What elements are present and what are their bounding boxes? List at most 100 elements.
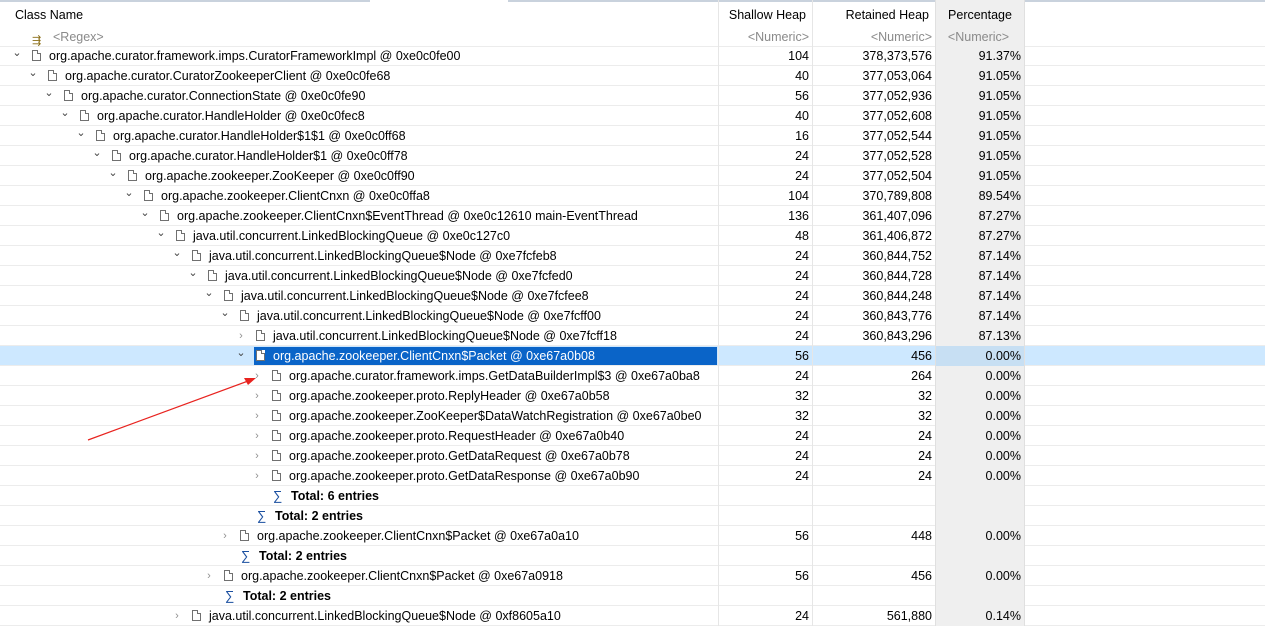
class-name-cell[interactable]: ⌄ org.apache.curator.HandleHolder$1$1 @ 0… (0, 126, 718, 146)
chevron-right-icon[interactable]: › (203, 566, 215, 586)
tree-row[interactable]: ⌄ org.apache.zookeeper.ClientCnxn @ 0xe0c… (0, 186, 1265, 206)
tree-row[interactable]: › org.apache.zookeeper.ClientCnxn$Packet … (0, 566, 1265, 586)
retained-heap-filter-input[interactable]: <Numeric> (812, 27, 935, 47)
chevron-down-icon[interactable]: ⌄ (43, 86, 55, 103)
class-name-cell[interactable]: ⌄ java.util.concurrent.LinkedBlockingQueu… (0, 226, 718, 246)
class-name-cell[interactable]: › org.apache.zookeeper.ZooKeeper$DataWatc… (0, 406, 718, 426)
class-name-cell[interactable]: ⌄ org.apache.curator.framework.imps.Curat… (0, 46, 718, 66)
chevron-right-icon[interactable]: › (219, 526, 231, 546)
class-name-cell[interactable]: ∑ Total: 2 entries (0, 586, 718, 606)
total-row[interactable]: ∑ Total: 6 entries (0, 486, 1265, 506)
tree-row[interactable]: ⌄ org.apache.curator.CuratorZookeeperClie… (0, 66, 1265, 86)
class-name-cell[interactable]: ⌄ org.apache.zookeeper.ZooKeeper @ 0xe0c0… (0, 166, 718, 186)
shallow-heap-cell: 24 (718, 266, 812, 286)
class-name-cell[interactable]: ⌄ java.util.concurrent.LinkedBlockingQueu… (0, 266, 718, 286)
class-name-cell[interactable]: ∑ Total: 6 entries (0, 486, 718, 506)
chevron-down-icon[interactable]: ⌄ (11, 46, 23, 63)
class-name-filter-cell[interactable]: ⇶ <Regex> (0, 27, 718, 47)
tree-row[interactable]: ⌄ org.apache.curator.HandleHolder$1$1 @ 0… (0, 126, 1265, 146)
tree-row[interactable]: › org.apache.zookeeper.proto.RequestHeade… (0, 426, 1265, 446)
tree-row[interactable]: ⌄ java.util.concurrent.LinkedBlockingQueu… (0, 306, 1265, 326)
class-name-cell[interactable]: › java.util.concurrent.LinkedBlockingQueu… (0, 606, 718, 626)
class-name-cell[interactable]: › org.apache.zookeeper.proto.RequestHeade… (0, 426, 718, 446)
tree-row[interactable]: ⌄ org.apache.curator.framework.imps.Curat… (0, 46, 1265, 66)
tree-row[interactable]: ⌄ org.apache.zookeeper.ClientCnxn$EventTh… (0, 206, 1265, 226)
class-name-cell[interactable]: ⌄ java.util.concurrent.LinkedBlockingQueu… (0, 246, 718, 266)
class-name-cell[interactable]: ⌄ org.apache.curator.HandleHolder$1 @ 0xe… (0, 146, 718, 166)
class-name-cell[interactable]: ⌄ org.apache.curator.HandleHolder @ 0xe0c… (0, 106, 718, 126)
tree-row[interactable]: › org.apache.zookeeper.ZooKeeper$DataWatc… (0, 406, 1265, 426)
tree-row[interactable]: ⌄ org.apache.curator.ConnectionState @ 0x… (0, 86, 1265, 106)
tree-row[interactable]: ⌄ org.apache.curator.HandleHolder @ 0xe0c… (0, 106, 1265, 126)
class-name-cell[interactable]: › org.apache.zookeeper.ClientCnxn$Packet … (0, 526, 718, 546)
total-row[interactable]: ∑ Total: 2 entries (0, 546, 1265, 566)
percentage-cell: 87.13% (935, 326, 1025, 346)
chevron-right-icon[interactable]: › (171, 606, 183, 626)
class-name-cell[interactable]: › java.util.concurrent.LinkedBlockingQueu… (0, 326, 718, 346)
chevron-down-icon[interactable]: ⌄ (59, 106, 71, 123)
class-name-cell[interactable]: ⌄ org.apache.zookeeper.ClientCnxn @ 0xe0c… (0, 186, 718, 206)
chevron-down-icon[interactable]: ⌄ (219, 306, 231, 323)
column-header-class-name[interactable]: Class Name (0, 0, 718, 28)
class-name-cell[interactable]: › org.apache.zookeeper.proto.ReplyHeader … (0, 386, 718, 406)
tree-row[interactable]: › org.apache.zookeeper.ClientCnxn$Packet … (0, 526, 1265, 546)
percentage-filter-input[interactable]: <Numeric> (935, 27, 1025, 47)
chevron-right-icon[interactable]: › (251, 406, 263, 426)
chevron-down-icon[interactable]: ⌄ (91, 146, 103, 163)
tree-row[interactable]: › org.apache.zookeeper.proto.GetDataRespo… (0, 466, 1265, 486)
retained-heap-cell: 360,844,248 (812, 286, 935, 306)
column-header-retained-heap[interactable]: Retained Heap (812, 0, 935, 28)
tree-row[interactable]: › org.apache.zookeeper.proto.ReplyHeader … (0, 386, 1265, 406)
chevron-down-icon[interactable]: ⌄ (171, 246, 183, 263)
shallow-heap-filter-input[interactable]: <Numeric> (718, 27, 812, 47)
chevron-right-icon[interactable]: › (251, 446, 263, 466)
chevron-right-icon[interactable]: › (251, 386, 263, 406)
object-file-icon (160, 210, 169, 221)
class-name-cell[interactable]: ⌄ java.util.concurrent.LinkedBlockingQueu… (0, 306, 718, 326)
class-name-filter-input[interactable]: <Regex> (53, 27, 104, 47)
chevron-down-icon[interactable]: ⌄ (187, 266, 199, 283)
chevron-down-icon[interactable]: ⌄ (75, 126, 87, 143)
tree-row[interactable]: ⌄ java.util.concurrent.LinkedBlockingQueu… (0, 246, 1265, 266)
object-file-icon (224, 570, 233, 581)
tree-row[interactable]: › java.util.concurrent.LinkedBlockingQueu… (0, 606, 1265, 626)
chevron-down-icon[interactable]: ⌄ (123, 186, 135, 203)
chevron-right-icon[interactable]: › (251, 366, 263, 386)
chevron-right-icon[interactable]: › (251, 426, 263, 446)
chevron-down-icon[interactable]: ⌄ (27, 66, 39, 83)
tree-row[interactable]: › org.apache.curator.framework.imps.GetDa… (0, 366, 1265, 386)
chevron-right-icon[interactable]: › (251, 466, 263, 486)
total-row[interactable]: ∑ Total: 2 entries (0, 586, 1265, 606)
chevron-down-icon[interactable]: ⌄ (107, 166, 119, 183)
tree-row[interactable]: ⌄ org.apache.curator.HandleHolder$1 @ 0xe… (0, 146, 1265, 166)
class-name-cell[interactable]: ∑ Total: 2 entries (0, 506, 718, 526)
class-name-cell[interactable]: › org.apache.zookeeper.proto.GetDataReque… (0, 446, 718, 466)
chevron-down-icon[interactable]: ⌄ (139, 206, 151, 223)
chevron-down-icon[interactable]: ⌄ (235, 346, 247, 363)
tree-row[interactable]: ⌄ java.util.concurrent.LinkedBlockingQueu… (0, 266, 1265, 286)
column-header-shallow-heap[interactable]: Shallow Heap (718, 0, 812, 28)
tree-row[interactable]: › org.apache.zookeeper.proto.GetDataReque… (0, 446, 1265, 466)
class-name-cell[interactable]: ⌄ org.apache.zookeeper.ClientCnxn$EventTh… (0, 206, 718, 226)
column-header-percentage[interactable]: Percentage (935, 0, 1025, 28)
retained-heap-cell: 24 (812, 426, 935, 446)
class-name-cell[interactable]: › org.apache.zookeeper.proto.GetDataRespo… (0, 466, 718, 486)
tree-row[interactable]: ⌄ org.apache.zookeeper.ZooKeeper @ 0xe0c0… (0, 166, 1265, 186)
class-name-cell[interactable]: › org.apache.zookeeper.ClientCnxn$Packet … (0, 566, 718, 586)
tree-row[interactable]: ⌄ org.apache.zookeeper.ClientCnxn$Packet … (0, 346, 1265, 366)
filter-row: ⇶ <Regex> <Numeric> <Numeric> <Numeric> (0, 27, 1265, 47)
total-row[interactable]: ∑ Total: 2 entries (0, 506, 1265, 526)
class-name-cell[interactable]: ∑ Total: 2 entries (0, 546, 718, 566)
class-name-cell[interactable]: › org.apache.curator.framework.imps.GetDa… (0, 366, 718, 386)
class-name-cell[interactable]: ⌄ org.apache.zookeeper.ClientCnxn$Packet … (0, 346, 718, 366)
tree-row[interactable]: › java.util.concurrent.LinkedBlockingQueu… (0, 326, 1265, 346)
class-name-cell[interactable]: ⌄ org.apache.curator.CuratorZookeeperClie… (0, 66, 718, 86)
class-name-cell[interactable]: ⌄ org.apache.curator.ConnectionState @ 0x… (0, 86, 718, 106)
chevron-right-icon[interactable]: › (235, 326, 247, 346)
retained-heap-cell: 361,406,872 (812, 226, 935, 246)
tree-row[interactable]: ⌄ java.util.concurrent.LinkedBlockingQueu… (0, 286, 1265, 306)
chevron-down-icon[interactable]: ⌄ (155, 226, 167, 243)
tree-row[interactable]: ⌄ java.util.concurrent.LinkedBlockingQueu… (0, 226, 1265, 246)
class-name-cell[interactable]: ⌄ java.util.concurrent.LinkedBlockingQueu… (0, 286, 718, 306)
chevron-down-icon[interactable]: ⌄ (203, 286, 215, 303)
